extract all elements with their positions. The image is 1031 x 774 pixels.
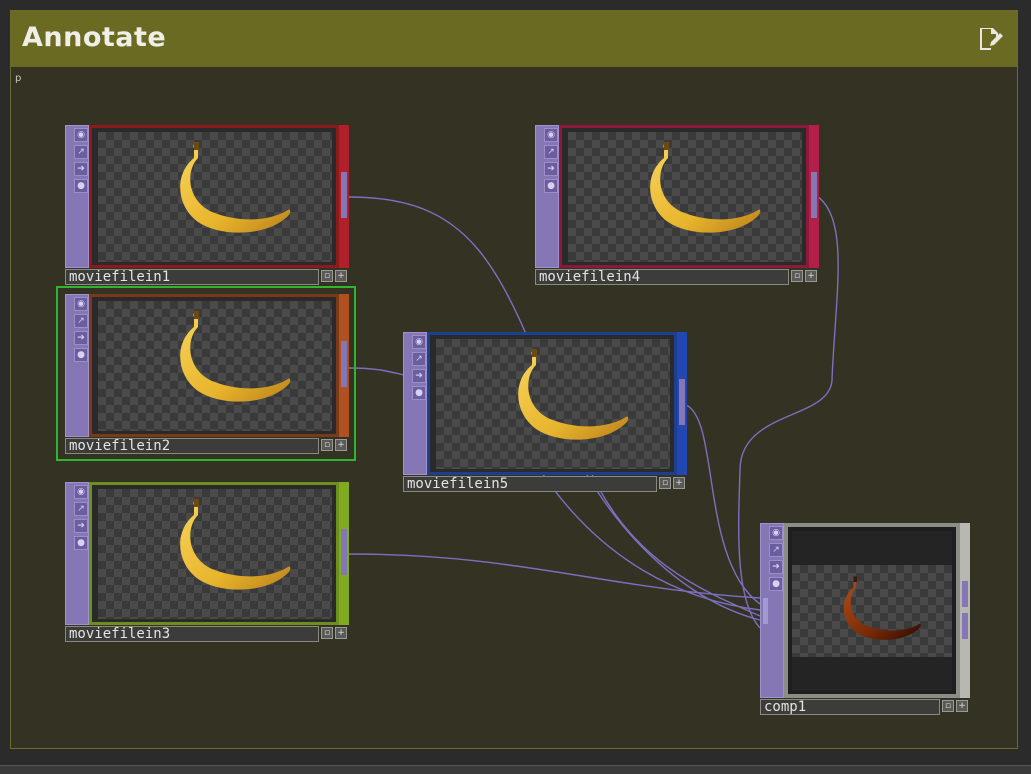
node-side-strip[interactable]: ◉ ↗ ➔ ● [65, 482, 89, 625]
node-name-label[interactable]: moviefilein5 [403, 476, 657, 492]
node-plus-icon[interactable]: + [956, 700, 968, 712]
lock-icon[interactable]: ● [412, 386, 426, 400]
node-viewer-mini-icon[interactable]: ▫ [321, 439, 333, 451]
input-connector-tab[interactable] [763, 598, 768, 624]
banana-dark-image [843, 576, 921, 640]
node-plus-icon[interactable]: + [335, 627, 347, 639]
node-side-strip[interactable]: ◉ ↗ ➔ ● [760, 523, 784, 698]
node-name-label[interactable]: moviefilein2 [65, 438, 319, 454]
node-plus-icon[interactable]: + [335, 439, 347, 451]
node-side-strip[interactable]: ◉ ↗ ➔ ● [65, 125, 89, 268]
node-name-label[interactable]: moviefilein1 [65, 269, 319, 285]
lock-icon[interactable]: ● [74, 348, 88, 362]
node-moviefilein4[interactable]: ◉ ↗ ➔ ● moviefilein4 ▫ + [535, 125, 819, 285]
node-name-label[interactable]: comp1 [760, 699, 940, 715]
banana-image [650, 142, 761, 233]
banana-image [180, 142, 291, 233]
node-viewer-mini-icon[interactable]: ▫ [321, 627, 333, 639]
wire-n2-n5 [347, 367, 405, 376]
node-side-strip[interactable]: ◉ ↗ ➔ ● [535, 125, 559, 268]
lock-icon[interactable]: ● [74, 179, 88, 193]
node-name-label[interactable]: moviefilein4 [535, 269, 789, 285]
output-connector-bar[interactable] [339, 482, 349, 625]
node-viewer-mini-icon[interactable]: ▫ [321, 270, 333, 282]
viewer-toggle-icon[interactable]: ◉ [412, 335, 426, 349]
lock-icon[interactable]: ● [544, 179, 558, 193]
bypass-icon[interactable]: ↗ [74, 314, 88, 328]
viewer-toggle-icon[interactable]: ◉ [74, 297, 88, 311]
wire-n3-comp [347, 553, 761, 599]
bypass-icon[interactable]: ↗ [769, 543, 783, 557]
viewer-toggle-icon[interactable]: ◉ [769, 526, 783, 540]
node-comp1[interactable]: ◉ ↗ ➔ ● comp1 ▫ + [760, 523, 970, 717]
viewer-toggle-icon[interactable]: ◉ [74, 485, 88, 499]
bypass-icon[interactable]: ↗ [544, 145, 558, 159]
lock-icon[interactable]: ● [74, 536, 88, 550]
node-viewer-mini-icon[interactable]: ▫ [791, 270, 803, 282]
comp-viewer-top [792, 531, 952, 565]
display-icon[interactable]: ➔ [74, 331, 88, 345]
wire-n5a-comp [685, 404, 761, 605]
output-connector-bar[interactable] [677, 332, 687, 475]
display-icon[interactable]: ➔ [74, 162, 88, 176]
display-icon[interactable]: ➔ [412, 369, 426, 383]
viewer-toggle-icon[interactable]: ◉ [74, 128, 88, 142]
output-connector-bar[interactable] [960, 523, 970, 698]
node-moviefilein1[interactable]: ◉ ↗ ➔ ● moviefilein1 ▫ + [65, 125, 349, 285]
node-moviefilein2[interactable]: ◉ ↗ ➔ ● moviefilein2 ▫ + [65, 294, 349, 454]
display-icon[interactable]: ➔ [769, 560, 783, 574]
node-plus-icon[interactable]: + [673, 477, 685, 489]
viewer-toggle-icon[interactable]: ◉ [544, 128, 558, 142]
node-side-strip[interactable]: ◉ ↗ ➔ ● [65, 294, 89, 437]
comp-viewer-bottom [792, 657, 952, 691]
display-icon[interactable]: ➔ [544, 162, 558, 176]
bypass-icon[interactable]: ↗ [74, 145, 88, 159]
output-connector-bar[interactable] [339, 294, 349, 437]
lock-icon[interactable]: ● [769, 577, 783, 591]
node-viewer-mini-icon[interactable]: ▫ [659, 477, 671, 489]
node-moviefilein3[interactable]: ◉ ↗ ➔ ● moviefilein3 ▫ + [65, 482, 349, 642]
bypass-icon[interactable]: ↗ [412, 352, 426, 366]
output-connector-bar[interactable] [339, 125, 349, 268]
banana-image [180, 311, 291, 402]
node-viewer-mini-icon[interactable]: ▫ [942, 700, 954, 712]
node-name-label[interactable]: moviefilein3 [65, 626, 319, 642]
display-icon[interactable]: ➔ [74, 519, 88, 533]
node-moviefilein5[interactable]: ◉ ↗ ➔ ● moviefilein5 ▫ + [403, 332, 687, 492]
banana-image [518, 349, 629, 440]
node-plus-icon[interactable]: + [805, 270, 817, 282]
node-side-strip[interactable]: ◉ ↗ ➔ ● [403, 332, 427, 475]
banana-image [180, 499, 291, 590]
node-plus-icon[interactable]: + [335, 270, 347, 282]
bypass-icon[interactable]: ↗ [74, 502, 88, 516]
output-connector-bar[interactable] [809, 125, 819, 268]
